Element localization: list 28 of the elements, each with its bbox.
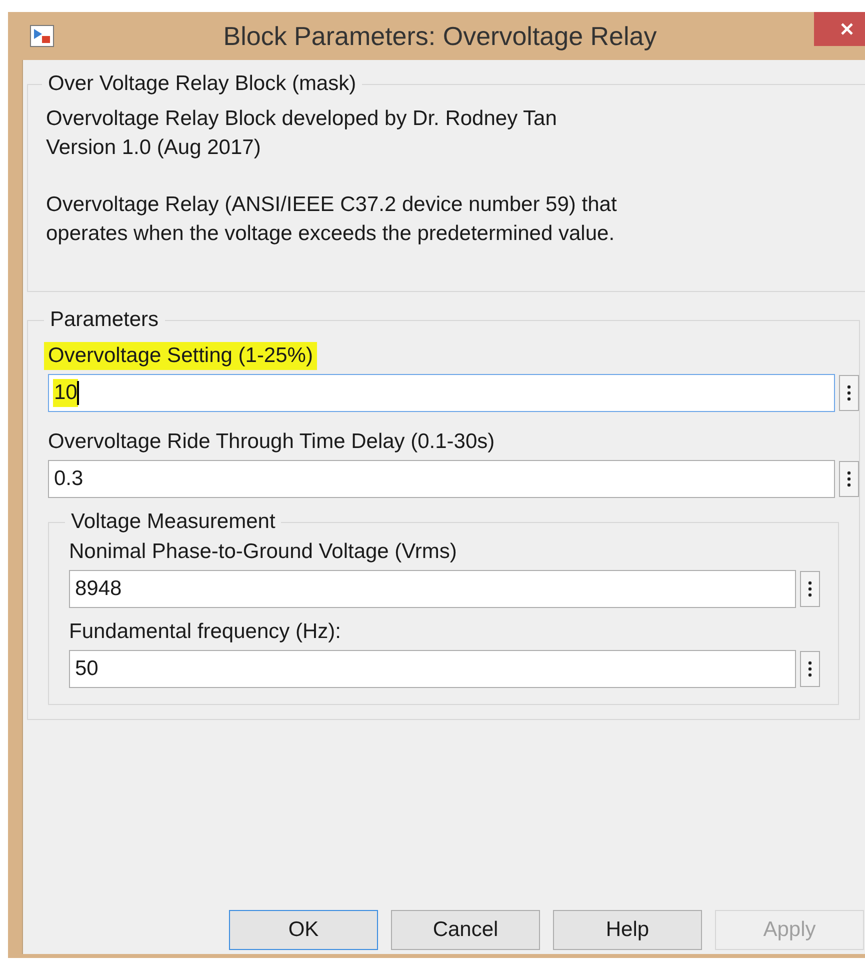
field-label: Nonimal Phase-to-Ground Voltage (Vrms)	[68, 539, 458, 565]
dialog-button[interactable]: OK	[229, 910, 378, 950]
group-title: Parameters	[49, 308, 160, 332]
more-icon	[847, 471, 851, 487]
group-title: Over Voltage Relay Block (mask)	[47, 72, 358, 96]
more-icon	[808, 581, 812, 597]
close-button[interactable]	[814, 12, 865, 46]
field-label: Overvoltage Setting (1-25%)	[44, 342, 317, 370]
options-button[interactable]	[800, 571, 820, 607]
options-button[interactable]	[839, 375, 859, 411]
block-icon	[30, 25, 54, 47]
options-button[interactable]	[800, 651, 820, 687]
input-field[interactable]: 10	[48, 374, 835, 412]
close-icon	[840, 22, 854, 36]
field-label: Overvoltage Ride Through Time Delay (0.1-30s)	[47, 429, 496, 455]
dialog-button[interactable]: Cancel	[391, 910, 540, 950]
input-field[interactable]: 0.3	[48, 460, 835, 498]
more-icon	[847, 385, 851, 401]
dialog-button[interactable]: Help	[553, 910, 702, 950]
input-field[interactable]: 8948	[69, 570, 796, 608]
description-text: Overvoltage Relay (ANSI/IEEE C37.2 device number 59) that operates when the voltage exceeds the predetermined value.	[46, 192, 618, 247]
group-title: Voltage Measurement	[70, 510, 276, 534]
window-title: Block Parameters: Overvoltage Relay	[222, 20, 658, 52]
input-field[interactable]: 50	[69, 650, 796, 688]
options-button[interactable]	[839, 461, 859, 497]
field-label: Fundamental frequency (Hz):	[68, 619, 342, 645]
mask-info-text: Overvoltage Relay Block developed by Dr. Rodney Tan Version 1.0 (Aug 2017)	[46, 106, 558, 161]
more-icon	[808, 661, 812, 677]
